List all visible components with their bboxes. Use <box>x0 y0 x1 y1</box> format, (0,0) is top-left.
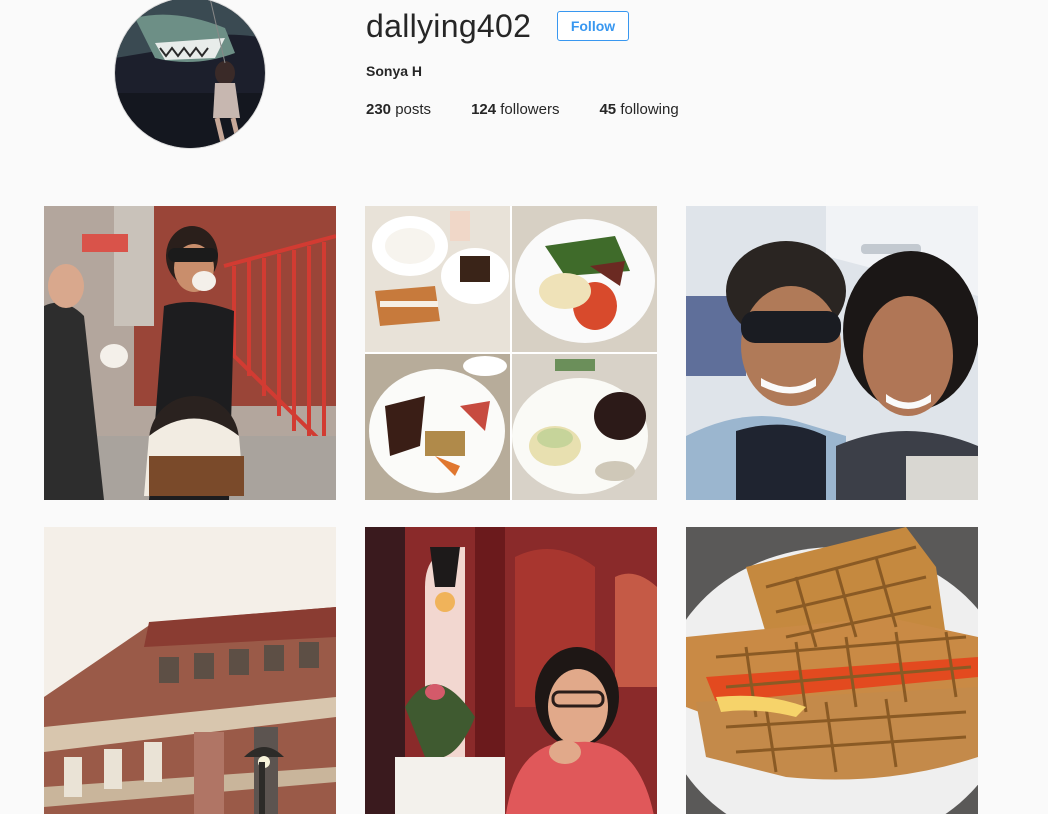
posts-count: 230 <box>366 101 392 118</box>
posts-stat: 230 posts <box>366 101 431 118</box>
following-stat[interactable]: 45 following <box>599 101 678 118</box>
followers-count: 124 <box>471 101 497 118</box>
profile-stats: 230 posts 124 followers 45 following <box>366 101 679 118</box>
followers-label: followers <box>500 101 560 118</box>
posts-label: posts <box>395 101 432 118</box>
profile-avatar[interactable] <box>115 0 265 148</box>
profile-full-name: Sonya H <box>366 63 423 79</box>
post-thumbnail-restaurant-portrait[interactable] <box>365 527 657 814</box>
post-thumbnail-street-selfie[interactable] <box>44 206 336 500</box>
following-count: 45 <box>599 101 617 118</box>
profile-username: dallying402 <box>366 8 532 44</box>
post-thumbnail-waffle-sandwich[interactable] <box>686 527 978 814</box>
followers-stat[interactable]: 124 followers <box>471 101 559 118</box>
post-grid <box>44 206 978 814</box>
profile-page: dallying402 Follow Sonya H 230 posts 124… <box>0 0 1048 814</box>
post-thumbnail-food-collage[interactable] <box>365 206 657 500</box>
post-thumbnail-airplane-selfie[interactable] <box>686 206 978 500</box>
following-label: following <box>620 101 679 118</box>
follow-button[interactable]: Follow <box>557 11 629 41</box>
post-thumbnail-building-facade[interactable] <box>44 527 336 814</box>
